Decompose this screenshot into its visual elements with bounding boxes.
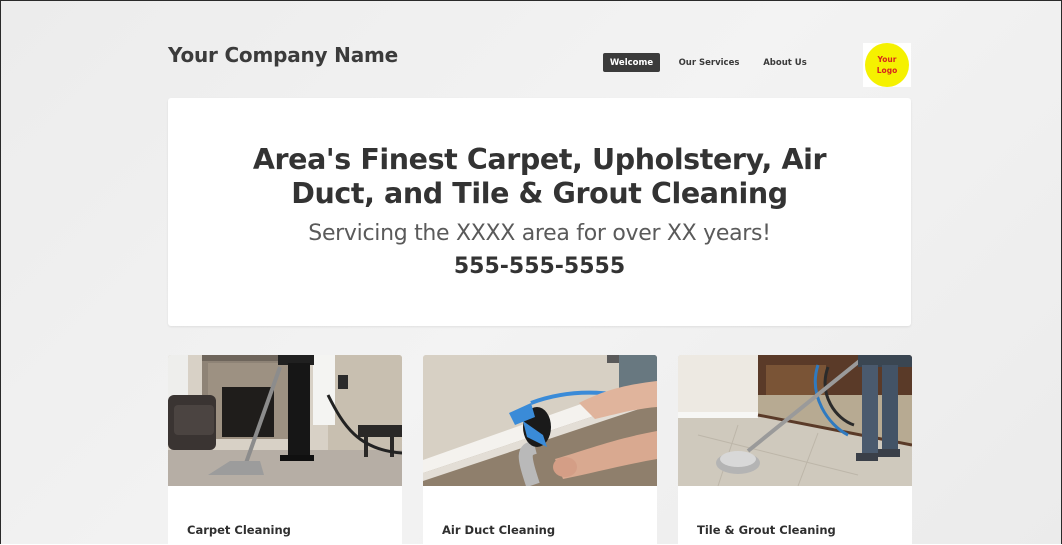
service-card-carpet[interactable]: Carpet Cleaning: [168, 355, 402, 544]
nav-our-services[interactable]: Our Services: [674, 53, 744, 72]
hero-subtitle: Servicing the XXXX area for over XX year…: [308, 221, 771, 246]
nav-about-us[interactable]: About Us: [758, 53, 812, 72]
tile-grout-cleaning-photo: [678, 355, 912, 486]
service-card-air-duct[interactable]: Air Duct Cleaning: [423, 355, 657, 544]
company-logo[interactable]: Your Logo: [863, 43, 911, 87]
nav-welcome[interactable]: Welcome: [603, 53, 660, 72]
logo-circle: Your Logo: [865, 43, 909, 87]
logo-text-line1: Your: [877, 55, 897, 64]
air-duct-cleaning-photo: [423, 355, 657, 486]
logo-text-line2: Logo: [876, 66, 898, 75]
service-title-carpet[interactable]: Carpet Cleaning: [187, 523, 291, 537]
service-title-tile-grout[interactable]: Tile & Grout Cleaning: [697, 523, 836, 537]
service-title-air-duct[interactable]: Air Duct Cleaning: [442, 523, 555, 537]
hero-phone[interactable]: 555-555-5555: [168, 254, 911, 279]
hero-panel: Area's Finest Carpet, Upholstery, Air Du…: [168, 98, 911, 326]
hero-headline-line1: Area's Finest Carpet, Upholstery, Air: [252, 143, 827, 176]
service-card-tile-grout[interactable]: Tile & Grout Cleaning: [678, 355, 912, 544]
hero-headline: Area's Finest Carpet, Upholstery, Air Du…: [168, 143, 911, 211]
carpet-cleaning-photo: [168, 355, 402, 486]
company-name[interactable]: Your Company Name: [168, 43, 398, 67]
page-frame: Your Company Name Welcome Our Services A…: [0, 0, 1062, 544]
hero-headline-line2: Duct, and Tile & Grout Cleaning: [291, 177, 788, 210]
